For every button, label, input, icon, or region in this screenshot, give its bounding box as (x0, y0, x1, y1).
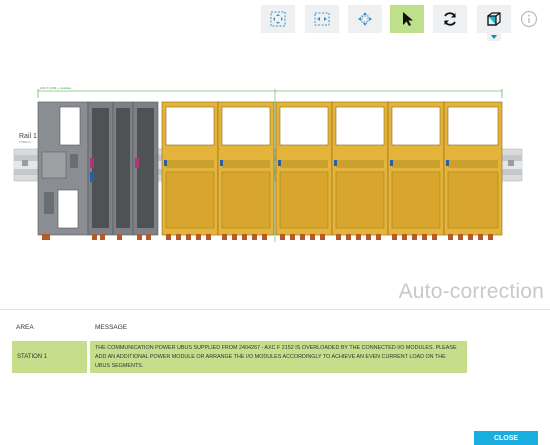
rail-label: Rail 1 (19, 133, 37, 140)
yellow-io-module-2[interactable] (217, 101, 275, 236)
gray-io-module-3[interactable] (132, 101, 159, 236)
auto-correction-title: Auto-correction (398, 280, 544, 303)
divider (0, 309, 550, 310)
message-column-header: MESSAGE (95, 324, 128, 331)
view-dropdown-toggle[interactable] (487, 33, 501, 41)
chevron-down-icon (491, 35, 497, 39)
yellow-io-module-3[interactable] (275, 101, 333, 236)
cube-icon (487, 12, 501, 26)
yellow-io-module-6[interactable] (443, 101, 503, 236)
toolbar (0, 0, 550, 42)
pan-button[interactable] (348, 5, 382, 33)
cursor-icon (403, 12, 413, 26)
gray-io-module-2[interactable] (112, 101, 134, 236)
yellow-io-module-4[interactable] (331, 101, 389, 236)
fit-width-button[interactable] (305, 5, 339, 33)
pan-icon (358, 12, 372, 26)
close-button[interactable]: CLOSE (474, 431, 538, 445)
station-canvas[interactable]: AXC F 2152 + modules Rail 1 1750mm Auto-… (0, 42, 550, 303)
table-row-message-cell[interactable]: THE COMMUNICATION POWER UBUS SUPPLIED FR… (90, 341, 467, 373)
fit-view-button[interactable] (261, 5, 295, 33)
fit-view-icon (270, 11, 286, 27)
select-button[interactable] (390, 5, 424, 33)
info-button[interactable] (519, 9, 539, 29)
yellow-io-module-1[interactable] (161, 101, 219, 236)
refresh-button[interactable] (433, 5, 467, 33)
info-icon (520, 10, 538, 28)
station-drawing (13, 89, 523, 242)
view-3d-button[interactable] (477, 5, 511, 33)
rail-sublabel: 1750mm (19, 140, 31, 144)
refresh-icon (444, 12, 456, 26)
gray-io-module-1[interactable] (87, 101, 114, 236)
fit-width-icon (314, 12, 330, 26)
area-column-header: AREA (16, 324, 34, 331)
yellow-io-module-5[interactable] (387, 101, 445, 236)
controller-module[interactable] (37, 101, 89, 236)
table-row-area-cell[interactable]: STATION 1 (12, 341, 87, 373)
dimension-label: AXC F 2152 + modules (40, 86, 72, 90)
